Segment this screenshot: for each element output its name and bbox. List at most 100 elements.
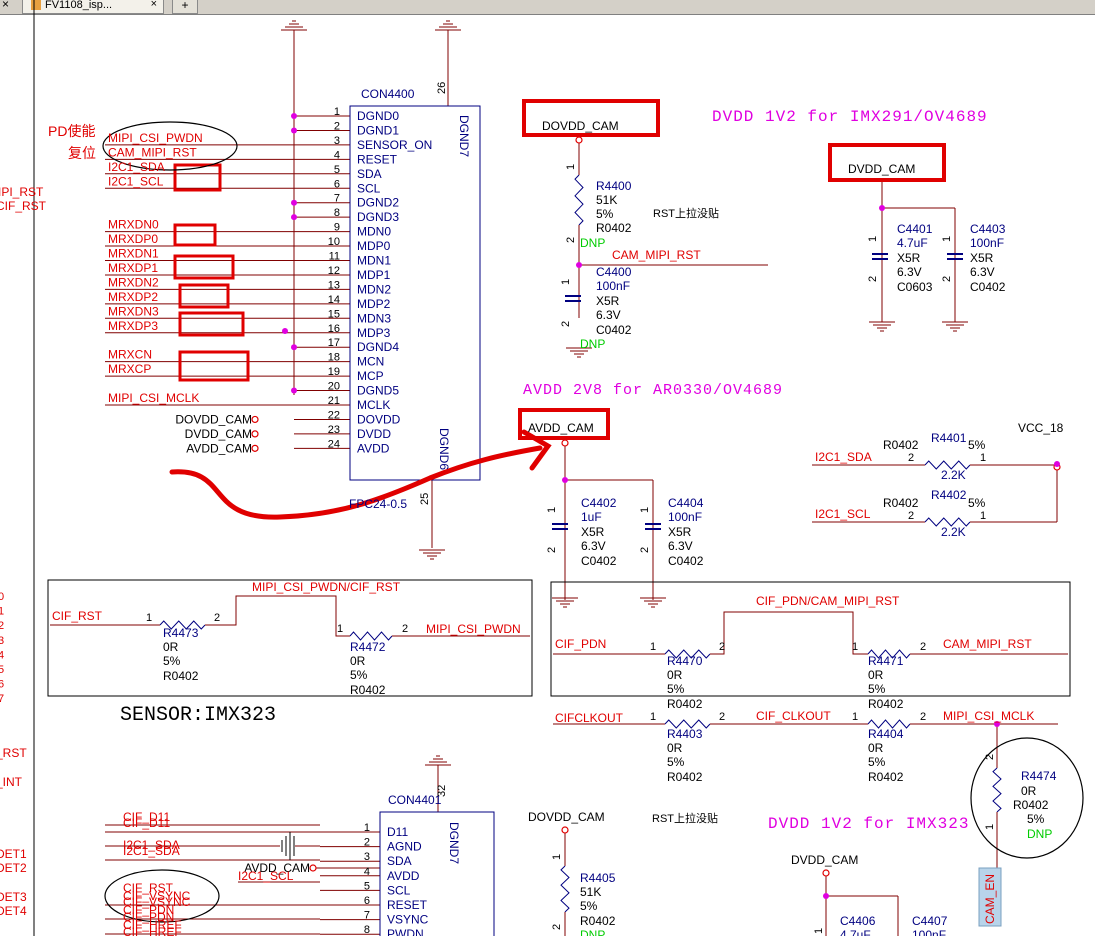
net-label: I2C1_SCL: [238, 869, 294, 883]
pin-name: DVDD: [357, 427, 391, 441]
avdd-net: AVDD_CAM: [528, 421, 594, 435]
pin-name: DGND3: [357, 210, 399, 224]
ground-top-left: [281, 20, 307, 31]
pin-number: 22: [328, 409, 340, 421]
wire: [710, 611, 868, 655]
edge-label: DET3: [0, 890, 27, 904]
net-label: MRXDP3: [108, 319, 158, 333]
pin-number: 2: [908, 452, 914, 464]
pin-number: 2: [920, 711, 926, 723]
r4471-ref: R4471: [868, 654, 904, 668]
edge-digit: 0: [0, 591, 4, 603]
c4400-diel: X5R: [596, 294, 620, 308]
r4404-value: 0R: [868, 741, 884, 755]
pin-number: 1: [984, 824, 996, 830]
resistor-zigzag: [574, 174, 584, 226]
pin-number: 24: [328, 438, 340, 450]
c4402-ref: C4402: [581, 496, 617, 510]
c4406-value: 4.7uF: [840, 928, 871, 936]
net-label: MRXDP2: [108, 290, 158, 304]
edge-digit: 6: [0, 679, 4, 691]
dnp-label: DNP: [580, 928, 605, 936]
annotation-rst: RST上拉没贴: [653, 206, 719, 220]
r4405-tol: 5%: [580, 899, 598, 913]
junction-dot: [291, 387, 297, 394]
con4400-ref: CON4400: [361, 87, 415, 101]
pin-name: DGND4: [357, 340, 399, 354]
edge-label: DET1: [0, 847, 27, 861]
highlight-box: [178, 311, 245, 337]
dovdd-net: DOVDD_CAM: [542, 119, 619, 133]
c4402-volt: 6.3V: [581, 539, 606, 553]
pin-number: 2: [941, 276, 953, 282]
pin-number: 1: [337, 623, 343, 635]
net-label: I2C1_SDA: [108, 160, 165, 174]
r4405-ref: R4405: [580, 871, 616, 885]
net-label: CAM_MIPI_RST: [612, 248, 701, 262]
dgnd7-label: DGND7: [457, 115, 471, 157]
net-label: CIF_D11: [123, 810, 170, 824]
pin-number: 2: [546, 547, 558, 553]
dovdd-net: DOVDD_CAM: [528, 810, 605, 824]
pin-number: 1: [146, 612, 152, 624]
pin-number: 2: [551, 924, 563, 930]
net-label: I2C1_SCL: [815, 507, 871, 521]
edge-label: _RST: [0, 746, 27, 760]
pin-number: 2: [867, 276, 879, 282]
pin-number: 5: [364, 880, 370, 892]
annotation-pd-enable: PD使能: [48, 123, 95, 139]
annotation-reset: 复位: [68, 145, 96, 161]
pin-number: 2: [565, 237, 577, 243]
junction-dot: [879, 205, 885, 211]
c4400-ref: C4400: [596, 265, 632, 279]
power-port: [251, 444, 259, 452]
c4403-ref: C4403: [970, 222, 1006, 236]
c4401-symbol: [872, 253, 888, 260]
pin-number: 1: [813, 928, 825, 934]
net-label: MRXCN: [108, 348, 152, 362]
wire: [205, 595, 350, 637]
c4402-pkg: C0402: [581, 554, 617, 568]
power-port: [575, 136, 583, 144]
c4404-pkg: C0402: [668, 554, 704, 568]
r4405-symbol: [560, 865, 570, 913]
pin-name: MCP: [357, 369, 384, 383]
net-label: CIF_HREF: [123, 925, 182, 936]
pin-name: DOVDD: [357, 412, 401, 426]
r4405-value: 51K: [580, 885, 601, 899]
pin-number: 1: [650, 711, 656, 723]
net-label: MRXDP1: [108, 261, 158, 275]
ground-c4401: [869, 321, 895, 332]
r4401-value: 2.2K: [941, 468, 966, 482]
pin-number: 8: [334, 207, 340, 219]
power-net-label: DOVDD_CAM: [175, 412, 252, 426]
con4400-footprint: FPC24-0.5: [349, 497, 407, 511]
pin-number: 16: [328, 323, 340, 335]
r4401-pkg: R0402: [883, 438, 919, 452]
dvdd-imx323-title: DVDD 1V2 for IMX323: [768, 815, 969, 833]
pin-number: 1: [639, 507, 651, 513]
avdd-title: AVDD 2V8 for AR0330/OV4689: [523, 382, 783, 399]
pin-number: 26: [436, 82, 448, 94]
dgnd7-label: DGND7: [447, 822, 461, 864]
c4404-diel: X5R: [668, 525, 692, 539]
pin-name: AVDD: [357, 441, 390, 455]
pin-number: 2: [920, 641, 926, 653]
r4402-pkg: R0402: [883, 496, 919, 510]
net-label: MIPI_CSI_MCLK: [943, 709, 1034, 723]
junction-dot: [1054, 461, 1060, 467]
c4401-value: 4.7uF: [897, 236, 928, 250]
pin-number: 1: [852, 711, 858, 723]
c4403-pkg: C0402: [970, 280, 1006, 294]
r4400-ref: R4400: [596, 179, 632, 193]
net-label: MIPI_CSI_MCLK: [108, 391, 199, 405]
junction-dot: [291, 214, 297, 221]
pin-number: 20: [328, 381, 340, 393]
edge-digit: 4: [0, 649, 4, 661]
pin-name: VSYNC: [387, 913, 429, 927]
r4403-pkg: R0402: [667, 770, 703, 784]
c4403-diel: X5R: [970, 251, 994, 265]
junction-dot: [562, 477, 568, 483]
c4402-diel: X5R: [581, 525, 605, 539]
pin-number: 2: [639, 547, 651, 553]
